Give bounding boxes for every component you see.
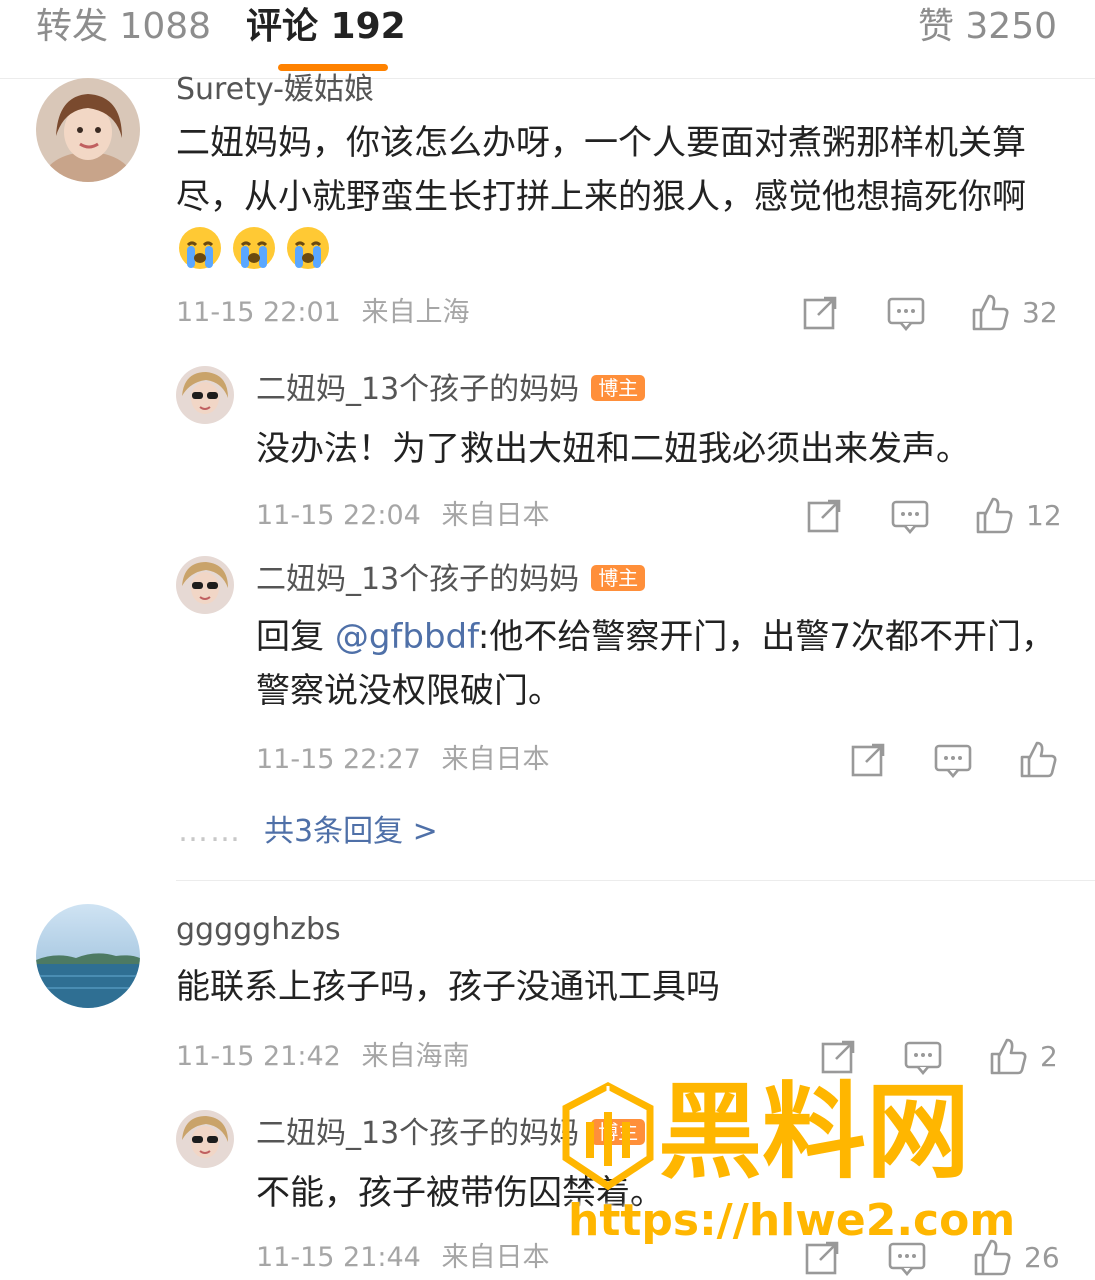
comment-location: 来自日本	[441, 500, 550, 531]
avatar[interactable]	[36, 78, 140, 182]
share-button[interactable]	[804, 1240, 840, 1276]
comment-username[interactable]: ggggghzbs	[176, 910, 341, 950]
reply-text: 没办法！为了救出大妞和二妞我必须出来发声。	[256, 429, 970, 469]
comment-location: 来自日本	[441, 1242, 550, 1273]
comment-location: 来自海南	[361, 1041, 470, 1072]
reply-button[interactable]	[891, 498, 929, 534]
comment-time: 11-15 22:27	[256, 744, 421, 775]
comment-text: 二妞妈妈，你该怎么办呀，一个人要面对煮粥那样机关算尽，从小就野蛮生长打拼上来的狠…	[176, 116, 1056, 288]
more-replies-label: 共3条回复 >	[264, 814, 438, 849]
like-count: 26	[1024, 1241, 1060, 1274]
share-button[interactable]	[820, 1039, 856, 1075]
comment-meta: 11-15 22:27 来自日本	[256, 742, 549, 778]
like-button[interactable]	[970, 292, 1010, 332]
comment-time: 11-15 22:04	[256, 500, 421, 531]
reply-username-text: 二妞妈_13个孩子的妈妈	[256, 1116, 580, 1151]
like-count: 12	[1026, 499, 1062, 532]
watermark: 黑料网 https://hlwe2.com	[560, 1072, 1060, 1252]
comment-time: 11-15 21:42	[176, 1041, 341, 1072]
like-count: 2	[1040, 1040, 1058, 1073]
reply-button[interactable]	[934, 742, 972, 778]
avatar[interactable]	[36, 904, 140, 1008]
like-button[interactable]	[988, 1036, 1028, 1076]
reply-text: 回复 @gfbbdf:他不给警察开门，出警7次都不开门，警察说没权限破门。	[256, 610, 1056, 718]
blogger-badge: 博主	[591, 375, 646, 401]
more-replies-dots: ……	[178, 814, 242, 849]
avatar[interactable]	[176, 1110, 234, 1168]
comment-meta: 11-15 22:01 来自上海	[176, 295, 469, 331]
mention-link[interactable]: @gfbbdf	[335, 617, 478, 657]
reply-text: 不能，孩子被带伤囚禁着。	[256, 1173, 664, 1213]
reply-username[interactable]: 二妞妈_13个孩子的妈妈 博主	[256, 370, 646, 410]
tab-likes[interactable]: 赞 3250	[918, 4, 1057, 50]
share-button[interactable]	[802, 295, 838, 331]
comment-meta: 11-15 22:04 来自日本	[256, 498, 549, 534]
tab-repost[interactable]: 转发 1088	[36, 4, 211, 50]
more-replies-link[interactable]: …… 共3条回复 >	[178, 812, 438, 852]
tab-comments[interactable]: 评论 192	[246, 4, 406, 50]
avatar[interactable]	[176, 556, 234, 614]
reply-button[interactable]	[888, 1240, 926, 1276]
comment-tabs: 转发 1088 评论 192 赞 3250	[0, 0, 1095, 79]
comment-text: 能联系上孩子吗，孩子没通讯工具吗	[176, 967, 720, 1007]
share-button[interactable]	[850, 742, 886, 778]
comment-location: 来自日本	[441, 744, 550, 775]
like-button[interactable]	[972, 1237, 1012, 1277]
comment-meta: 11-15 21:42 来自海南	[176, 1039, 469, 1075]
crying-face-icon	[176, 224, 224, 288]
comment-meta: 11-15 21:44 来自日本	[256, 1240, 549, 1276]
reply-username-text: 二妞妈_13个孩子的妈妈	[256, 372, 580, 407]
avatar[interactable]	[176, 366, 234, 424]
comment-time: 11-15 21:44	[256, 1242, 421, 1273]
share-button[interactable]	[806, 498, 842, 534]
like-button[interactable]	[974, 495, 1014, 535]
crying-face-icon	[284, 224, 332, 288]
reply-button[interactable]	[887, 295, 925, 331]
like-button[interactable]	[1018, 739, 1058, 779]
reply-username-text: 二妞妈_13个孩子的妈妈	[256, 562, 580, 597]
comment-text-body: 二妞妈妈，你该怎么办呀，一个人要面对煮粥那样机关算尽，从小就野蛮生长打拼上来的狠…	[176, 123, 1026, 217]
reply-username[interactable]: 二妞妈_13个孩子的妈妈 博主	[256, 560, 646, 600]
like-count: 32	[1022, 296, 1058, 329]
crying-face-icon	[230, 224, 278, 288]
comment-time: 11-15 22:01	[176, 297, 341, 328]
reply-button[interactable]	[904, 1039, 942, 1075]
divider	[176, 880, 1095, 881]
blogger-badge: 博主	[591, 1119, 646, 1145]
comment-username[interactable]: Surety-媛姑娘	[176, 70, 374, 110]
reply-username[interactable]: 二妞妈_13个孩子的妈妈 博主	[256, 1114, 646, 1154]
blogger-badge: 博主	[591, 565, 646, 591]
comment-location: 来自上海	[361, 297, 470, 328]
reply-prefix: 回复	[256, 617, 335, 657]
